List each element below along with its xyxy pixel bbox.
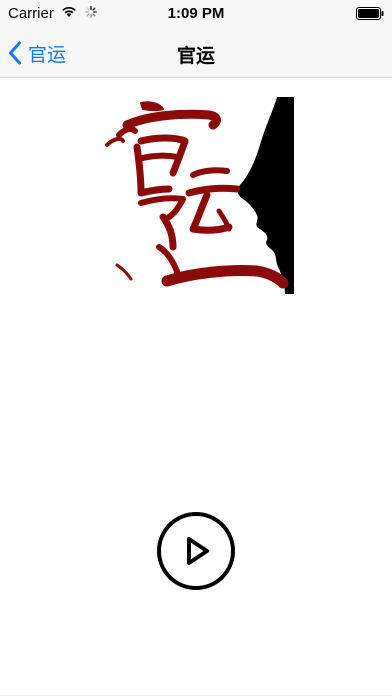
cover-art-svg: [97, 97, 294, 294]
navigation-bar: 官运 官运: [0, 28, 392, 78]
status-bar: Carrier 1:09 PM: [0, 0, 392, 28]
status-time: 1:09 PM: [167, 5, 225, 22]
page-title: 官运: [176, 46, 215, 67]
play-icon: [157, 512, 235, 590]
cover-art-image: [97, 97, 294, 294]
screen: Carrier 1:09 PM 官运 官运: [0, 0, 392, 696]
play-button[interactable]: [157, 512, 235, 590]
battery-icon: [356, 7, 384, 20]
